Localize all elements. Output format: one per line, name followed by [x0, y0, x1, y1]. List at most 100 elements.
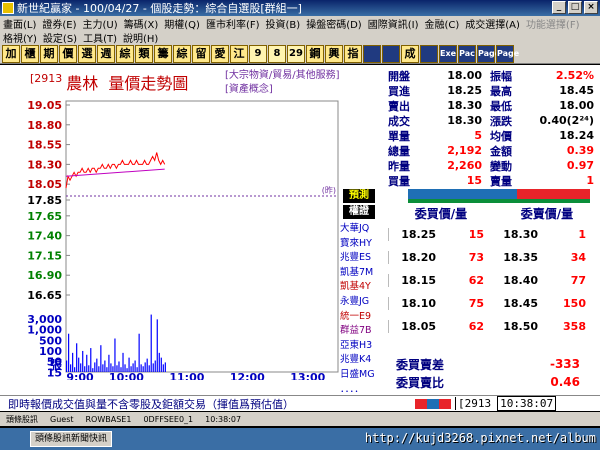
toolbar-button[interactable]: [363, 44, 381, 63]
toolbar-button[interactable]: 期: [40, 44, 58, 63]
volume-bar: [70, 364, 72, 372]
toolbar-button[interactable]: 愛: [211, 44, 229, 63]
broker-item[interactable]: 永豐JG: [340, 295, 380, 310]
toolbar-button[interactable]: 成: [401, 44, 419, 63]
menu-item[interactable]: 籌碼(X): [121, 16, 162, 31]
quote-label: 最高: [490, 84, 512, 98]
toolbar-button[interactable]: 價: [59, 44, 77, 63]
volume-bar: [118, 361, 120, 372]
quote-value: 1: [586, 174, 594, 187]
menu-item[interactable]: 畫面(L): [0, 16, 39, 31]
volume-bar: [100, 345, 102, 372]
volume-bar: [162, 364, 164, 372]
toolbar-button[interactable]: 鋼: [306, 44, 324, 63]
menu-item[interactable]: 設定(S): [40, 30, 80, 45]
quote-label: 昨量: [388, 159, 410, 173]
order-book-row[interactable]: 18.05 62 18.50 358: [388, 315, 600, 338]
broker-tab-button[interactable]: 權證: [343, 205, 375, 219]
price-tick-label: 18.30: [27, 158, 62, 171]
ask-price: 18.35: [503, 251, 538, 264]
broker-item[interactable]: 大華JQ: [340, 222, 380, 237]
toolbar-button[interactable]: 週: [97, 44, 115, 63]
toolbar-button[interactable]: 8: [268, 44, 286, 63]
maximize-icon[interactable]: □: [568, 1, 582, 14]
ask-qty: 1: [578, 228, 586, 241]
toolbar-button[interactable]: [382, 44, 400, 63]
menu-item[interactable]: 成交選擇(A): [462, 16, 523, 31]
broker-item[interactable]: 凱基4Y: [340, 280, 380, 295]
status-field: 10:38:07: [205, 414, 242, 424]
menu-item[interactable]: 金融(C): [421, 16, 462, 31]
volume-bar: [122, 352, 124, 372]
minimize-icon[interactable]: _: [552, 1, 566, 14]
menu-item[interactable]: 期權(Q): [161, 16, 203, 31]
toolbar-button[interactable]: 留: [192, 44, 210, 63]
toolbar-button[interactable]: 籌: [154, 44, 172, 63]
toolbar-button[interactable]: 加: [2, 44, 20, 63]
order-book-row[interactable]: 18.25 15 18.30 1: [388, 223, 600, 246]
quote-label: 總量: [388, 144, 410, 158]
volume-bar: [66, 360, 68, 372]
menu-item[interactable]: 證券(E): [39, 16, 79, 31]
toolbar-button[interactable]: Exe: [439, 44, 457, 63]
menu-item[interactable]: 投資(B): [263, 16, 304, 31]
order-book-row[interactable]: 18.10 75 18.45 150: [388, 292, 600, 315]
toolbar-button[interactable]: 29: [287, 44, 305, 63]
order-book-row[interactable]: 18.20 73 18.35 34: [388, 246, 600, 269]
diff-row: 委買賣差 -333: [388, 355, 600, 373]
menu-item[interactable]: 格視(Y): [0, 30, 40, 45]
volume-bar: [86, 354, 88, 372]
app-icon: [2, 2, 14, 14]
broker-item[interactable]: 兆豐ES: [340, 251, 380, 266]
toolbar-button[interactable]: 指: [344, 44, 362, 63]
menu-item[interactable]: 工具(T): [80, 30, 120, 45]
order-book-row[interactable]: 18.15 62 18.40 77: [388, 269, 600, 292]
toolbar-button[interactable]: 櫃: [21, 44, 39, 63]
toolbar-button[interactable]: 選: [78, 44, 96, 63]
quote-row: 賣出 18.30 最低 18.00: [388, 98, 600, 113]
toolbar-button[interactable]: [420, 44, 438, 63]
quote-label: 賣量: [490, 174, 512, 188]
stock-code[interactable]: [2913: [30, 72, 62, 85]
menu-item[interactable]: 操盤密碼(D): [303, 16, 365, 31]
toolbar-button[interactable]: Pac: [458, 44, 476, 63]
predict-button[interactable]: 預測: [343, 189, 375, 203]
window-title: 新世紀贏家 - 100/04/27 - 個股走勢：綜合自選股[群組一]: [17, 2, 302, 15]
tag-industry[interactable]: [大宗物資/貿易/其他服務]: [225, 69, 340, 83]
broker-item[interactable]: 日盛MG: [340, 368, 380, 383]
toolbar-button[interactable]: 9: [249, 44, 267, 63]
volume-bar: [130, 366, 132, 372]
toolbar-button[interactable]: Page Dn: [496, 44, 519, 74]
menu-item[interactable]: 主力(U): [80, 16, 121, 31]
price-tick-label: 16.90: [27, 269, 62, 282]
price-volume-chart[interactable]: 19.05 18.80 18.55 18.30 18.05 17.85 17.65 17.40…: [0, 95, 340, 380]
toolbar-button[interactable]: 興: [325, 44, 343, 63]
time-tick-label: 9:00: [66, 371, 94, 380]
toolbar-button[interactable]: 綜: [173, 44, 191, 63]
close-icon[interactable]: ×: [584, 1, 598, 14]
taskbar-item[interactable]: 頭條股訊新聞快訊: [30, 431, 113, 447]
order-diff-panel: 委買賣差 -333 委買賣比 0.46: [388, 355, 600, 391]
menu-item[interactable]: 匯市利率(F): [203, 16, 263, 31]
toolbar-button[interactable]: 綜: [116, 44, 134, 63]
quote-label: 單量: [388, 129, 410, 143]
volume-bar: [108, 354, 110, 372]
toolbar-button[interactable]: 類: [135, 44, 153, 63]
toolbar-button[interactable]: 江: [230, 44, 248, 63]
broker-item[interactable]: 兆豐K4: [340, 353, 380, 368]
ask-price: 18.50: [503, 320, 538, 333]
broker-item[interactable]: 群益7B: [340, 324, 380, 339]
broker-item[interactable]: 統一E9: [340, 310, 380, 325]
menu-item[interactable]: 說明(H): [120, 30, 161, 45]
broker-item[interactable]: 凱基7M: [340, 266, 380, 281]
menu-item[interactable]: 國際資訊(I): [365, 16, 422, 31]
menu-item[interactable]: 功能選擇(F): [523, 16, 583, 31]
volume-bar: [96, 358, 98, 372]
code-input[interactable]: [2913: [455, 397, 493, 410]
quote-label: 金額: [490, 144, 512, 158]
broker-item[interactable]: 亞東H3: [340, 339, 380, 354]
quote-label: 成交: [388, 114, 410, 128]
broker-item[interactable]: 寶來HY: [340, 237, 380, 252]
status-field: 頭條股訊: [6, 414, 38, 424]
toolbar-button[interactable]: Page Up: [477, 44, 500, 74]
